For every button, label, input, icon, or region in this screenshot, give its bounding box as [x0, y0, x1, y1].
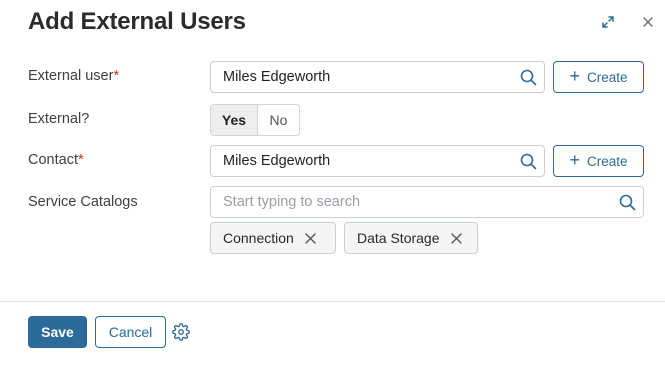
chip-label: Data Storage: [357, 230, 440, 246]
chip-label: Connection: [223, 230, 294, 246]
plus-icon: +: [569, 66, 580, 86]
footer-divider: [0, 301, 665, 302]
service-catalogs-label: Service Catalogs: [28, 194, 138, 210]
contact-field[interactable]: Miles Edgeworth: [210, 145, 545, 177]
external-user-label-text: External user: [28, 68, 114, 84]
external-label: External?: [28, 111, 90, 127]
required-mark: *: [77, 152, 84, 168]
create-label: Create: [586, 69, 628, 85]
save-button[interactable]: Save: [28, 316, 87, 348]
create-label: Create: [586, 153, 628, 169]
required-mark: *: [113, 68, 120, 84]
search-icon[interactable]: [611, 187, 643, 217]
external-user-value: Miles Edgeworth: [223, 69, 331, 85]
gear-icon[interactable]: [172, 323, 190, 341]
search-icon[interactable]: [512, 62, 544, 92]
dialog-title: Add External Users: [28, 8, 246, 35]
remove-chip-icon[interactable]: [304, 231, 318, 245]
external-toggle[interactable]: Yes No: [210, 104, 300, 136]
external-user-field[interactable]: Miles Edgeworth: [210, 61, 545, 93]
cancel-button[interactable]: Cancel: [95, 316, 166, 348]
close-icon[interactable]: [638, 12, 658, 32]
contact-value: Miles Edgeworth: [223, 153, 331, 169]
service-catalogs-placeholder: Start typing to search: [223, 194, 361, 210]
contact-label: Contact*: [28, 152, 84, 168]
create-contact-button[interactable]: + Create: [553, 145, 644, 177]
external-option-yes[interactable]: Yes: [211, 105, 258, 135]
search-icon[interactable]: [512, 146, 544, 176]
create-external-user-button[interactable]: + Create: [553, 61, 644, 93]
service-catalogs-search-input[interactable]: Start typing to search: [210, 186, 644, 218]
catalog-chip: Connection: [210, 222, 336, 254]
expand-icon[interactable]: [598, 12, 618, 32]
plus-icon: +: [569, 150, 580, 170]
catalog-chip: Data Storage: [344, 222, 478, 254]
external-user-label: External user*: [28, 68, 119, 84]
remove-chip-icon[interactable]: [450, 231, 464, 245]
contact-label-text: Contact: [28, 152, 78, 168]
external-option-no[interactable]: No: [258, 105, 299, 135]
